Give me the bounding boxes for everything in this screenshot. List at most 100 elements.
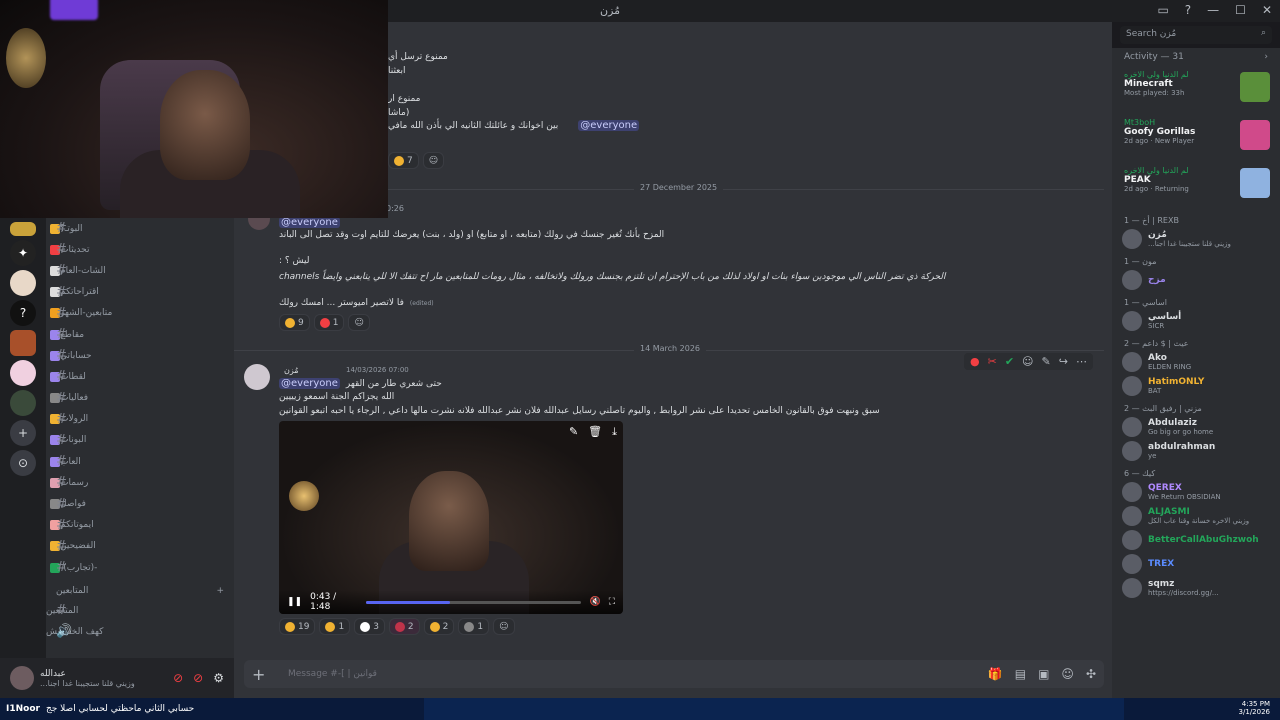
help-icon[interactable]: ? (1185, 3, 1191, 17)
mic-muted-icon[interactable]: ⊘ (173, 671, 183, 685)
apps-icon[interactable]: ✣ (1086, 667, 1096, 681)
add-reaction-button[interactable]: ☺ (493, 618, 515, 635)
member-item[interactable]: HatimONLY BAT (1112, 374, 1280, 398)
channel-item[interactable]: # الشات-العام (46, 260, 234, 281)
channel-item[interactable]: # لقطات (46, 366, 234, 387)
activity-card[interactable]: Mt3boH Goofy Gorillas 2d ago · New Player (1112, 114, 1280, 162)
member-item[interactable]: Abdulaziz Go big or go home (1112, 415, 1280, 439)
add-reaction-button[interactable]: ☺ (348, 314, 370, 331)
volume-muted-icon[interactable]: 🔇 (589, 597, 600, 607)
gift-icon[interactable]: 🎁 (988, 667, 1003, 681)
reaction-chip[interactable]: 7 (388, 152, 419, 169)
settings-icon[interactable]: ⚙ (213, 671, 224, 685)
edit-icon[interactable]: ✎ (1042, 355, 1051, 368)
channel-item[interactable]: # الفضيحين (46, 536, 234, 557)
edit-icon[interactable]: ✎ (569, 425, 578, 439)
reaction-shortcut-icon[interactable]: ✂ (988, 355, 997, 368)
channel-item[interactable]: # فعاليات (46, 388, 234, 409)
chevron-right-icon[interactable]: › (1264, 52, 1268, 62)
message-composer[interactable]: + Message #-[ | قوانين 🎁 ▤ ▣ ☺ ✣ (244, 660, 1104, 688)
add-server-icon[interactable]: + (10, 420, 36, 446)
server-icon[interactable] (10, 270, 36, 296)
channel-item[interactable]: # الرولات (46, 409, 234, 430)
avatar[interactable] (10, 666, 34, 690)
channel-item[interactable]: # حساباتي (46, 345, 234, 366)
server-icon[interactable]: ✦ (10, 240, 36, 266)
channel-item[interactable]: # رسمات (46, 472, 234, 493)
mention-everyone[interactable]: @everyone (578, 120, 640, 131)
attach-icon[interactable]: + (252, 665, 272, 684)
emoji-icon[interactable]: ☺ (1061, 667, 1074, 681)
server-icon[interactable] (10, 360, 36, 386)
member-item[interactable]: abdulrahman ye (1112, 439, 1280, 463)
mention-everyone[interactable]: @everyone (279, 378, 340, 389)
thumbs-up-icon (285, 317, 295, 328)
member-item[interactable]: BetterCallAbuGhzwoh (1112, 528, 1280, 552)
member-item[interactable]: Ako ELDEN RING (1112, 350, 1280, 374)
reaction-chip[interactable]: 9 (279, 314, 310, 331)
headphones-muted-icon[interactable]: ⊘ (193, 671, 203, 685)
member-item[interactable]: أساسي SICR (1112, 309, 1280, 333)
reply-icon[interactable]: ↪ (1059, 355, 1068, 368)
member-item[interactable]: sqmz https://discord.gg/... (1112, 576, 1280, 600)
check-icon[interactable]: ✔ (1005, 355, 1014, 368)
inbox-icon[interactable]: ▭ (1157, 3, 1168, 17)
server-icon[interactable] (10, 390, 36, 416)
channel-item[interactable]: # -(تجارب)- (46, 557, 234, 578)
channel-item[interactable]: # اقتراحاتكم (46, 282, 234, 303)
more-icon[interactable]: ⋯ (1076, 355, 1087, 368)
message-author[interactable]: مُزن (284, 366, 299, 375)
member-item[interactable]: مُزن ...وزيني قلنا ستجيبنا غدا اجنا (1112, 227, 1280, 251)
channel-item[interactable]: # المتابعين (46, 600, 234, 621)
gif-icon[interactable]: ▤ (1015, 667, 1026, 681)
channel-item[interactable]: # البوتـ؟ (46, 218, 234, 239)
video-attachment[interactable]: ✎ 🗑 ⤓ ❚❚ 0:43 / 1:48 🔇 ⛶ (279, 421, 623, 614)
sticker-icon[interactable]: ▣ (1038, 667, 1049, 681)
server-icon[interactable] (10, 222, 36, 236)
server-icon[interactable] (10, 330, 36, 356)
channel-item[interactable]: 🔊 كهف الخفافيش (46, 621, 234, 642)
activity-card[interactable]: لم الدنيا ولي الاخره PEAK 2d ago · Returni… (1112, 162, 1280, 210)
fullscreen-icon[interactable]: ⛶ (609, 597, 615, 607)
channel-item[interactable]: # ايموتاتكم (46, 515, 234, 536)
member-item[interactable]: TREX (1112, 552, 1280, 576)
maximize-button[interactable]: ☐ (1235, 3, 1246, 17)
member-item[interactable]: QEREX We Return OBSIDIAN (1112, 480, 1280, 504)
activity-card[interactable]: لم الدنيا ولي الاخره Minecraft Most played… (1112, 66, 1280, 114)
channel-item[interactable]: # مقاطع (46, 324, 234, 345)
discover-icon[interactable]: ⊙ (10, 450, 36, 476)
taskbar-app[interactable]: I1Noor (6, 704, 40, 714)
avatar (1122, 530, 1142, 550)
channel-item[interactable]: # العاب (46, 451, 234, 472)
channel-item[interactable]: # البونات (46, 430, 234, 451)
reaction-chip[interactable]: 1 (319, 618, 351, 635)
channel-item[interactable]: # تحديثات (46, 239, 234, 260)
add-channel-icon[interactable]: + (216, 586, 224, 596)
member-item[interactable]: مزح (1112, 268, 1280, 292)
video-scrubber[interactable] (366, 600, 582, 604)
minimize-button[interactable]: — (1207, 3, 1219, 17)
member-item[interactable]: ALJASMI وزيني الاخره خسانة وقنا عاب الكل (1112, 504, 1280, 528)
pause-button[interactable]: ❚❚ (287, 597, 302, 607)
member-name: TREX (1148, 559, 1175, 569)
reaction-chip[interactable]: 3 (354, 618, 385, 635)
reaction-chip[interactable]: 1 (313, 314, 345, 331)
reaction-shortcut-icon[interactable]: ● (970, 355, 980, 368)
server-icon[interactable]: ? (10, 300, 36, 326)
reaction-chip[interactable]: 19 (279, 618, 316, 635)
add-reaction-button[interactable]: ☺ (422, 152, 445, 169)
close-button[interactable]: ✕ (1262, 3, 1272, 17)
avatar[interactable] (244, 364, 270, 390)
trash-icon[interactable]: 🗑 (588, 425, 602, 439)
reaction-chip[interactable]: 2 (423, 618, 455, 635)
user-info: عبدالله ...وزيني قلنا ستجيبنا غدا اجنا (34, 669, 135, 688)
reaction-chip[interactable]: 1 (458, 618, 490, 635)
search-input[interactable]: Search مُزن ⌕ (1120, 26, 1272, 44)
reaction-chip[interactable]: 2 (388, 618, 420, 635)
category-header[interactable]: المتابعين + (46, 578, 234, 600)
channel-item[interactable]: # فواصل (46, 493, 234, 514)
download-icon[interactable]: ⤓ (612, 425, 617, 439)
add-reaction-icon[interactable]: ☺ (1022, 355, 1033, 368)
channel-item[interactable]: # متابعين-الشهر (46, 303, 234, 324)
message-text: ممنوع ار (388, 94, 421, 104)
